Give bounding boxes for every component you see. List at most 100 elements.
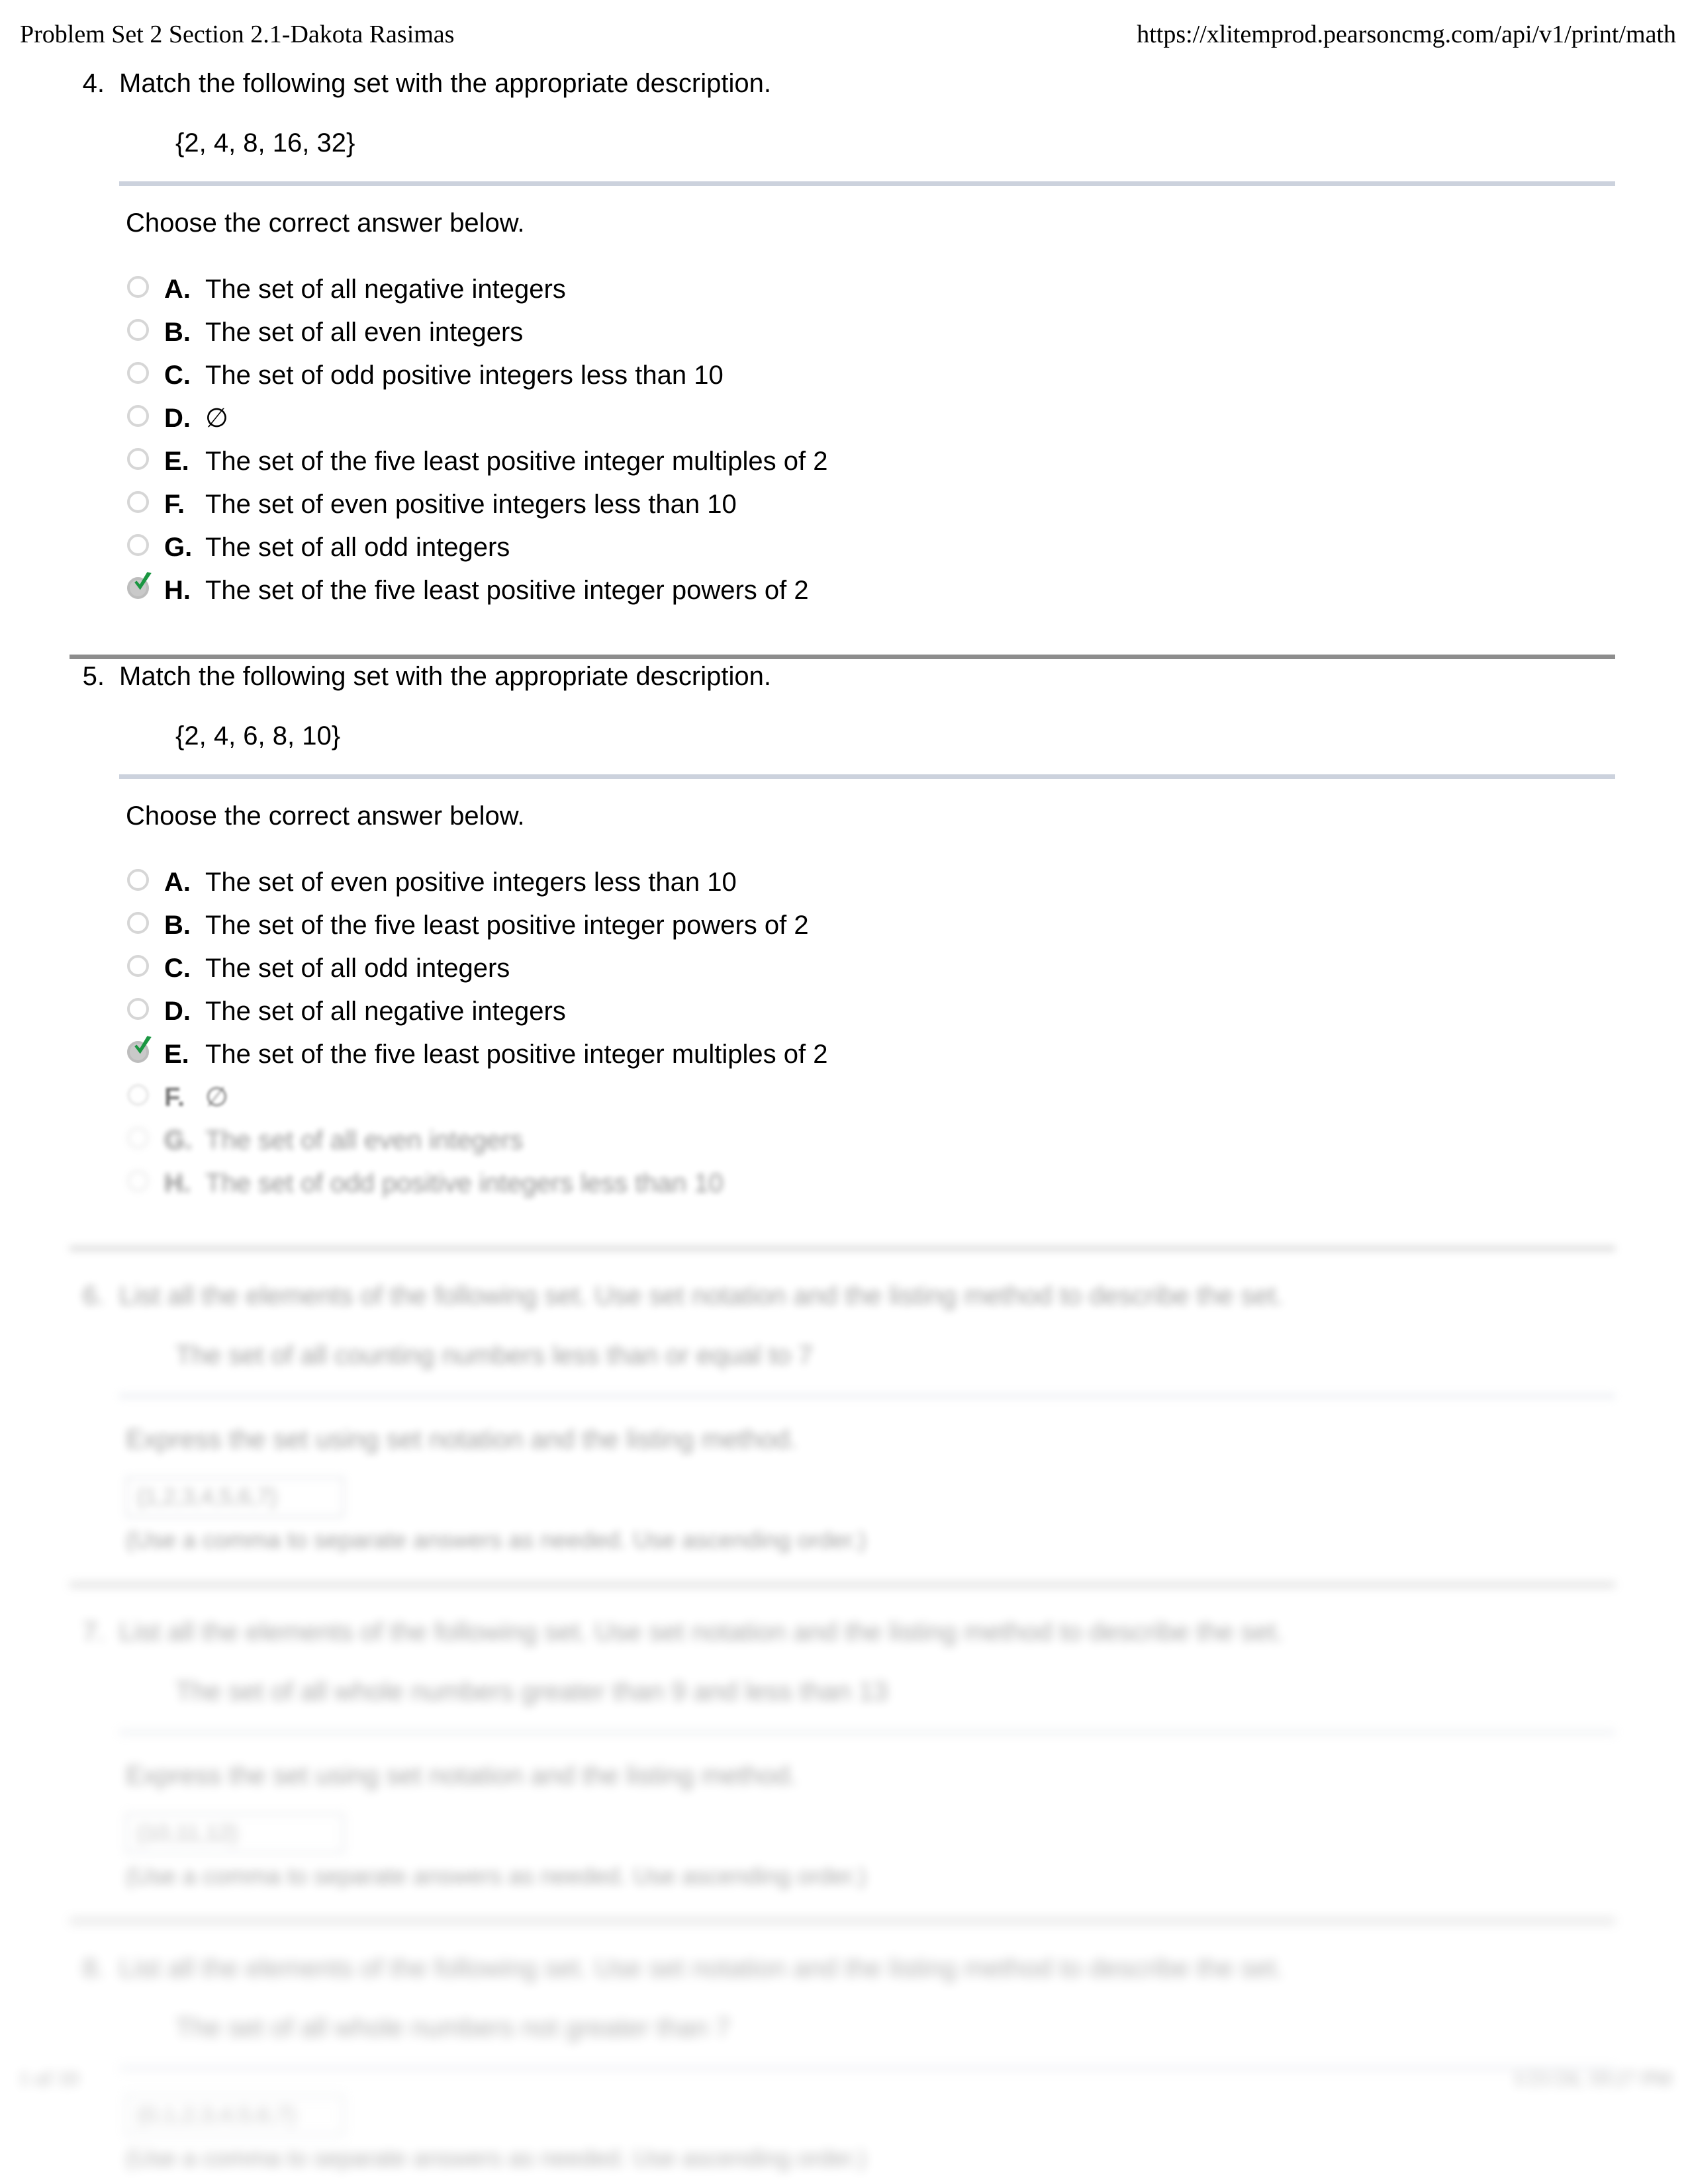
question-block: 6. List all the elements of the following… xyxy=(0,1279,1688,1556)
radio-circle-icon xyxy=(127,534,149,556)
page-footer: 1 of 10 1/21/24, 10:27 PM xyxy=(0,2066,1688,2099)
answer-options-group: A. The set of even positive integers less… xyxy=(0,864,1688,1208)
question-prompt: Match the following set with the appropr… xyxy=(119,662,771,691)
option-letter: E. xyxy=(164,447,189,476)
question-block: 5. Match the following set with the appro… xyxy=(0,659,1688,1208)
option-letter: D. xyxy=(164,997,191,1026)
answer-option[interactable]: F. ∅ xyxy=(126,1079,1688,1122)
answer-option[interactable]: B. The set of all even integers xyxy=(126,314,1688,357)
check-icon xyxy=(132,571,154,594)
answer-options-group: A. The set of all negative integers B. The … xyxy=(0,271,1688,615)
answer-format-note: (Use a comma to separate answers as need… xyxy=(126,2144,867,2171)
option-text: The set of the five least positive integ… xyxy=(205,576,809,605)
radio-circle-icon xyxy=(127,319,149,341)
check-icon xyxy=(132,1035,154,1058)
question-instruction: Express the set using set notation and t… xyxy=(126,1425,797,1454)
question-number: 5. xyxy=(82,662,105,691)
radio-circle-icon xyxy=(127,1084,149,1106)
option-letter: G. xyxy=(164,1126,193,1155)
divider-light xyxy=(119,1394,1615,1398)
page-number: 1 of 10 xyxy=(19,2066,79,2090)
question-prompt: List all the elements of the following s… xyxy=(119,1617,1284,1647)
answer-option[interactable]: D. ∅ xyxy=(126,400,1688,443)
question-block: 8. List all the elements of the following… xyxy=(0,1951,1688,2174)
print-timestamp: 1/21/24, 10:27 PM xyxy=(1513,2066,1672,2090)
radio-button[interactable] xyxy=(126,1083,154,1111)
set-description: The set of all whole numbers greater tha… xyxy=(175,1677,888,1706)
option-text: The set of all even integers xyxy=(205,1126,524,1155)
option-text: The set of all even integers xyxy=(205,318,524,347)
question-header-row: 6. List all the elements of the following… xyxy=(0,1279,1688,1313)
answer-option[interactable]: C. The set of all odd integers xyxy=(126,950,1688,993)
choose-answer-label: Choose the correct answer below. xyxy=(126,208,525,238)
option-letter: F. xyxy=(164,490,185,519)
set-description: The set of all counting numbers less tha… xyxy=(175,1341,813,1370)
question-prompt: List all the elements of the following s… xyxy=(119,1281,1284,1310)
answer-option[interactable]: D. The set of all negative integers xyxy=(126,993,1688,1036)
answer-option[interactable]: H. The set of the five least positive int… xyxy=(126,572,1688,615)
radio-button[interactable] xyxy=(126,404,154,432)
radio-button-selected[interactable] xyxy=(126,572,154,604)
radio-button[interactable] xyxy=(126,1126,154,1154)
radio-circle-icon xyxy=(127,912,149,934)
question-prompt: Match the following set with the appropr… xyxy=(119,69,771,98)
answer-input[interactable]: {1,2,3,4,5,6,7} xyxy=(126,1477,344,1518)
option-text: ∅ xyxy=(205,1083,228,1112)
answer-input[interactable]: {0,1,2,3,4,5,6,7} xyxy=(126,2095,344,2136)
question-block: 4. Match the following set with the appro… xyxy=(0,66,1688,615)
answer-option[interactable]: A. The set of all negative integers xyxy=(126,271,1688,314)
answer-option[interactable]: G. The set of all even integers xyxy=(126,1122,1688,1165)
radio-button[interactable] xyxy=(126,533,154,561)
option-letter: G. xyxy=(164,533,193,562)
option-letter: A. xyxy=(164,275,191,304)
option-letter: B. xyxy=(164,911,191,940)
problem-set-content: 4. Match the following set with the appro… xyxy=(0,66,1688,2174)
radio-button[interactable] xyxy=(126,868,154,895)
answer-option[interactable]: A. The set of even positive integers less… xyxy=(126,864,1688,907)
question-header-row: 7. List all the elements of the following… xyxy=(0,1615,1688,1649)
radio-button[interactable] xyxy=(126,911,154,938)
answer-option[interactable]: E. The set of the five least positive int… xyxy=(126,1036,1688,1079)
option-letter: E. xyxy=(164,1040,189,1069)
radio-circle-icon xyxy=(127,955,149,977)
option-text: The set of the five least positive integ… xyxy=(205,911,809,940)
option-letter: D. xyxy=(164,404,191,433)
set-notation: {2, 4, 6, 8, 10} xyxy=(175,721,341,751)
radio-button[interactable] xyxy=(126,997,154,1024)
question-number: 7. xyxy=(82,1617,105,1647)
radio-button[interactable] xyxy=(126,361,154,388)
answer-option[interactable]: E. The set of the five least positive int… xyxy=(126,443,1688,486)
option-text: The set of all negative integers xyxy=(205,275,566,304)
question-instruction: Express the set using set notation and t… xyxy=(126,1761,797,1790)
answer-option[interactable]: B. The set of the five least positive int… xyxy=(126,907,1688,950)
option-letter: C. xyxy=(164,954,191,983)
answer-option[interactable]: C. The set of odd positive integers less … xyxy=(126,357,1688,400)
radio-button[interactable] xyxy=(126,490,154,518)
question-header-row: 4. Match the following set with the appro… xyxy=(0,66,1688,101)
option-text: The set of odd positive integers less th… xyxy=(205,1169,724,1198)
answer-option[interactable]: F. The set of even positive integers less… xyxy=(126,486,1688,529)
divider-light xyxy=(119,774,1615,779)
radio-button[interactable] xyxy=(126,275,154,302)
radio-circle-icon xyxy=(127,276,149,298)
answer-option[interactable]: H. The set of odd positive integers less … xyxy=(126,1165,1688,1208)
answer-input[interactable]: {10,11,12} xyxy=(126,1813,344,1854)
radio-button[interactable] xyxy=(126,318,154,345)
radio-button[interactable] xyxy=(126,954,154,981)
question-header-row: 8. List all the elements of the following… xyxy=(0,1951,1688,1985)
question-separator xyxy=(70,655,1615,659)
question-header-row: 5. Match the following set with the appro… xyxy=(0,659,1688,694)
divider-light xyxy=(119,1730,1615,1735)
radio-button[interactable] xyxy=(126,1169,154,1197)
radio-circle-icon xyxy=(127,1170,149,1192)
answer-option[interactable]: G. The set of all odd integers xyxy=(126,529,1688,572)
choose-answer-label: Choose the correct answer below. xyxy=(126,801,525,831)
question-separator xyxy=(70,1582,1615,1587)
radio-circle-icon xyxy=(127,998,149,1020)
question-block: 7. List all the elements of the following… xyxy=(0,1615,1688,1892)
radio-button-selected[interactable] xyxy=(126,1036,154,1068)
question-number: 8. xyxy=(82,1954,105,1983)
radio-button[interactable] xyxy=(126,447,154,475)
questions-list: 4. Match the following set with the appro… xyxy=(0,66,1688,2174)
page-header: Problem Set 2 Section 2.1-Dakota Rasimas… xyxy=(0,20,1688,60)
